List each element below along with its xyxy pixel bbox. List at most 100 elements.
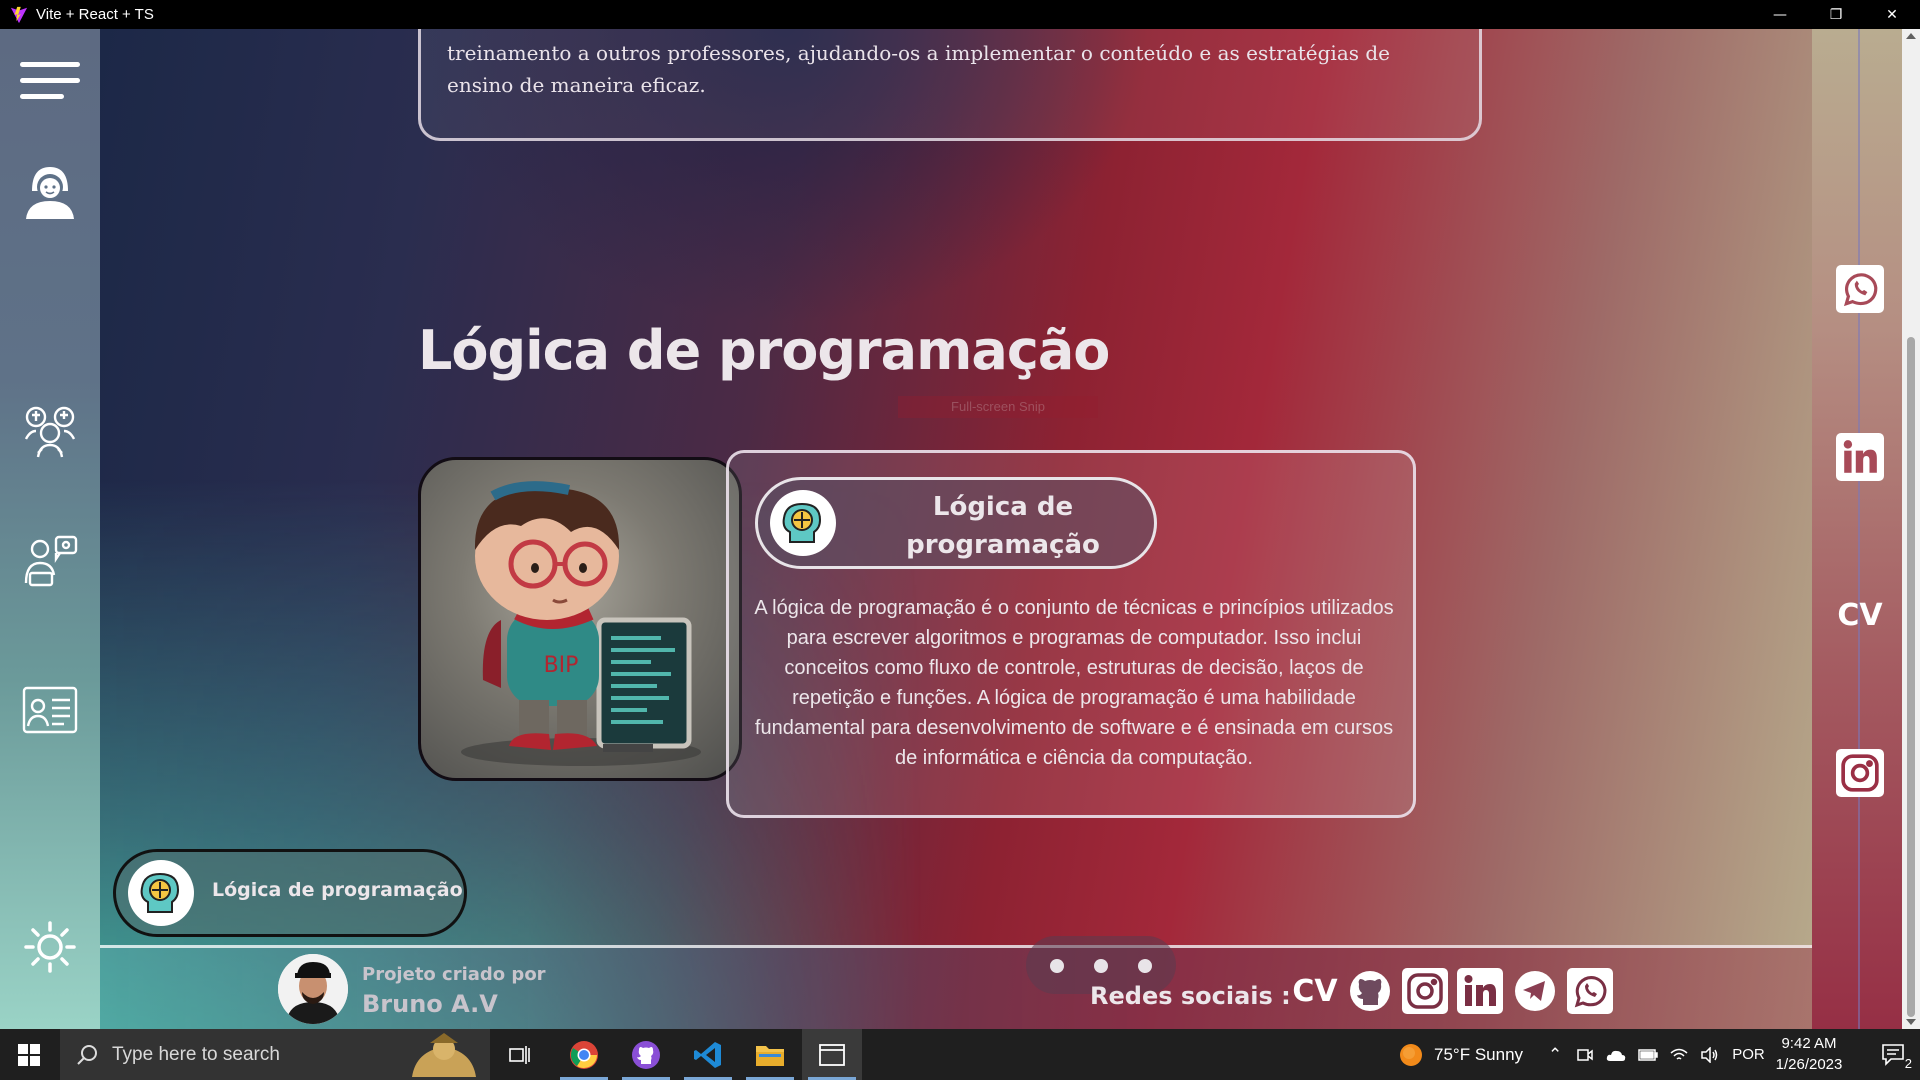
carousel-dot[interactable]: [1138, 959, 1152, 973]
windows-logo-icon: [18, 1043, 40, 1066]
task-view-icon: [509, 1045, 530, 1064]
vscode-taskbar-button[interactable]: [678, 1029, 738, 1080]
footer-telegram-link[interactable]: [1512, 968, 1558, 1014]
linkedin-icon: [1464, 975, 1496, 1006]
whatsapp-icon: [1843, 273, 1878, 307]
linkedin-icon: [1843, 440, 1877, 473]
person-icon: [26, 167, 74, 219]
author-avatar: [278, 954, 348, 1024]
close-button[interactable]: ✕: [1864, 0, 1920, 29]
carousel-dot[interactable]: [1094, 959, 1108, 973]
scroll-down-arrow-icon[interactable]: [1906, 1019, 1916, 1025]
topic-description: A lógica de programação é o conjunto de …: [754, 597, 1394, 769]
sun-weather-icon: [1400, 1043, 1422, 1066]
footer-linkedin-link[interactable]: [1457, 968, 1503, 1014]
credit-label: Projeto criado por: [362, 964, 546, 985]
page-footer: Projeto criado por Bruno A.V Redes socia…: [100, 936, 1812, 1029]
footer-instagram-link[interactable]: [1402, 968, 1448, 1014]
notification-icon: [1882, 1044, 1904, 1066]
vite-logo-icon: [10, 6, 28, 23]
brain-logic-icon: [770, 490, 836, 556]
topic-pill: Lógica de programação: [755, 477, 1157, 569]
terminal-taskbar-button[interactable]: [802, 1029, 862, 1080]
app-window-icon: [819, 1043, 845, 1066]
sidebar-linkedin-link[interactable]: [1836, 433, 1884, 481]
weather-widget[interactable]: 75°F Sunny: [1398, 1029, 1523, 1080]
task-view-button[interactable]: [490, 1029, 550, 1080]
whatsapp-icon: [1574, 976, 1607, 1008]
chrome-icon: [570, 1040, 598, 1069]
scroll-up-arrow-icon[interactable]: [1906, 33, 1916, 39]
cv-label: CV: [1292, 973, 1338, 1009]
meet-now-icon[interactable]: [1576, 1046, 1594, 1064]
sidebar-instagram-link[interactable]: [1836, 749, 1884, 797]
snip-overlay-label: Full-screen Snip: [898, 396, 1098, 418]
app-viewport: treinamento a outros professores, ajudan…: [0, 29, 1920, 1029]
social-label: Redes sociais :: [1090, 982, 1291, 1010]
previous-section-card: treinamento a outros professores, ajudan…: [418, 29, 1482, 141]
cv-label: CV: [1837, 597, 1883, 633]
footer-github-link[interactable]: [1347, 968, 1393, 1014]
footer-social-links: CV: [1292, 966, 1613, 1016]
profile-nav-button[interactable]: [18, 159, 82, 223]
topic-detail-card: Lógica de programação A lógica de progra…: [726, 450, 1416, 818]
projects-nav-button[interactable]: [18, 679, 82, 743]
minimize-button[interactable]: —: [1752, 0, 1808, 29]
left-sidebar: [0, 29, 100, 1029]
instagram-icon: [1841, 754, 1879, 792]
team-nav-button[interactable]: [18, 399, 82, 463]
search-placeholder: Type here to search: [112, 1043, 280, 1065]
restore-button[interactable]: ❐: [1808, 0, 1864, 29]
volume-icon[interactable]: [1700, 1046, 1718, 1063]
onedrive-icon[interactable]: [1606, 1048, 1626, 1062]
chevron-up-icon[interactable]: ⌃: [1548, 1045, 1562, 1065]
illustration-card: BIP: [418, 457, 742, 781]
topic-pill-title: Lógica de programação: [906, 492, 1100, 560]
notification-center-button[interactable]: 2: [1878, 1039, 1912, 1071]
credit-name: Bruno A.V: [362, 990, 498, 1018]
previous-card-text: treinamento a outros professores, ajudan…: [447, 41, 1391, 97]
page-scrollbar[interactable]: [1902, 29, 1920, 1029]
scrollbar-thumb[interactable]: [1907, 337, 1915, 1017]
clock-date: 1/26/2023: [1775, 1056, 1843, 1073]
window-title: Vite + React + TS: [36, 6, 154, 23]
folder-icon: [756, 1045, 784, 1066]
teacher-icon: [24, 535, 78, 587]
carousel-dot[interactable]: [1050, 959, 1064, 973]
battery-icon[interactable]: [1638, 1048, 1658, 1061]
hamburger-menu-icon: [20, 62, 80, 99]
chrome-taskbar-button[interactable]: [554, 1029, 614, 1080]
weather-text: 75°F Sunny: [1434, 1044, 1524, 1064]
brain-logic-icon: [128, 860, 194, 926]
sidebar-cv-link[interactable]: CV: [1836, 591, 1884, 639]
theme-toggle-button[interactable]: [18, 915, 82, 979]
telegram-icon: [1515, 971, 1555, 1011]
team-icon: [24, 406, 76, 458]
footer-whatsapp-link[interactable]: [1567, 968, 1613, 1014]
start-button[interactable]: [0, 1029, 58, 1080]
github-desktop-taskbar-button[interactable]: [616, 1029, 676, 1080]
taskbar-search-box[interactable]: Type here to search: [60, 1029, 490, 1080]
github-icon: [1350, 971, 1390, 1011]
current-topic-pill[interactable]: Lógica de programação: [113, 849, 467, 937]
file-explorer-taskbar-button[interactable]: [740, 1029, 800, 1080]
window-title-bar: Vite + React + TS — ❐ ✕: [0, 0, 1920, 29]
sidebar-whatsapp-link[interactable]: [1836, 265, 1884, 313]
menu-button[interactable]: [18, 49, 82, 113]
language-indicator[interactable]: POR: [1732, 1046, 1765, 1063]
teacher-nav-button[interactable]: [18, 529, 82, 593]
sun-icon: [24, 921, 76, 973]
current-topic-label: Lógica de programação: [212, 879, 463, 901]
right-social-sidebar: CV: [1812, 29, 1902, 1029]
image-badge-text: BIP: [544, 653, 579, 678]
tray-icons: ⌃ POR: [1548, 1029, 1765, 1080]
search-highlight-icon: [412, 1033, 476, 1077]
taskbar-clock[interactable]: 9:42 AM 1/26/2023: [1766, 1033, 1852, 1075]
footer-cv-link[interactable]: CV: [1292, 968, 1338, 1014]
instagram-icon: [1407, 973, 1443, 1009]
clock-time: 9:42 AM: [1781, 1035, 1837, 1052]
github-desktop-icon: [632, 1040, 660, 1069]
windows-taskbar: Type here to search 75°F Sunny ⌃ POR 9:4…: [0, 1029, 1920, 1080]
wifi-icon[interactable]: [1670, 1047, 1688, 1063]
document-person-icon: [22, 686, 78, 734]
